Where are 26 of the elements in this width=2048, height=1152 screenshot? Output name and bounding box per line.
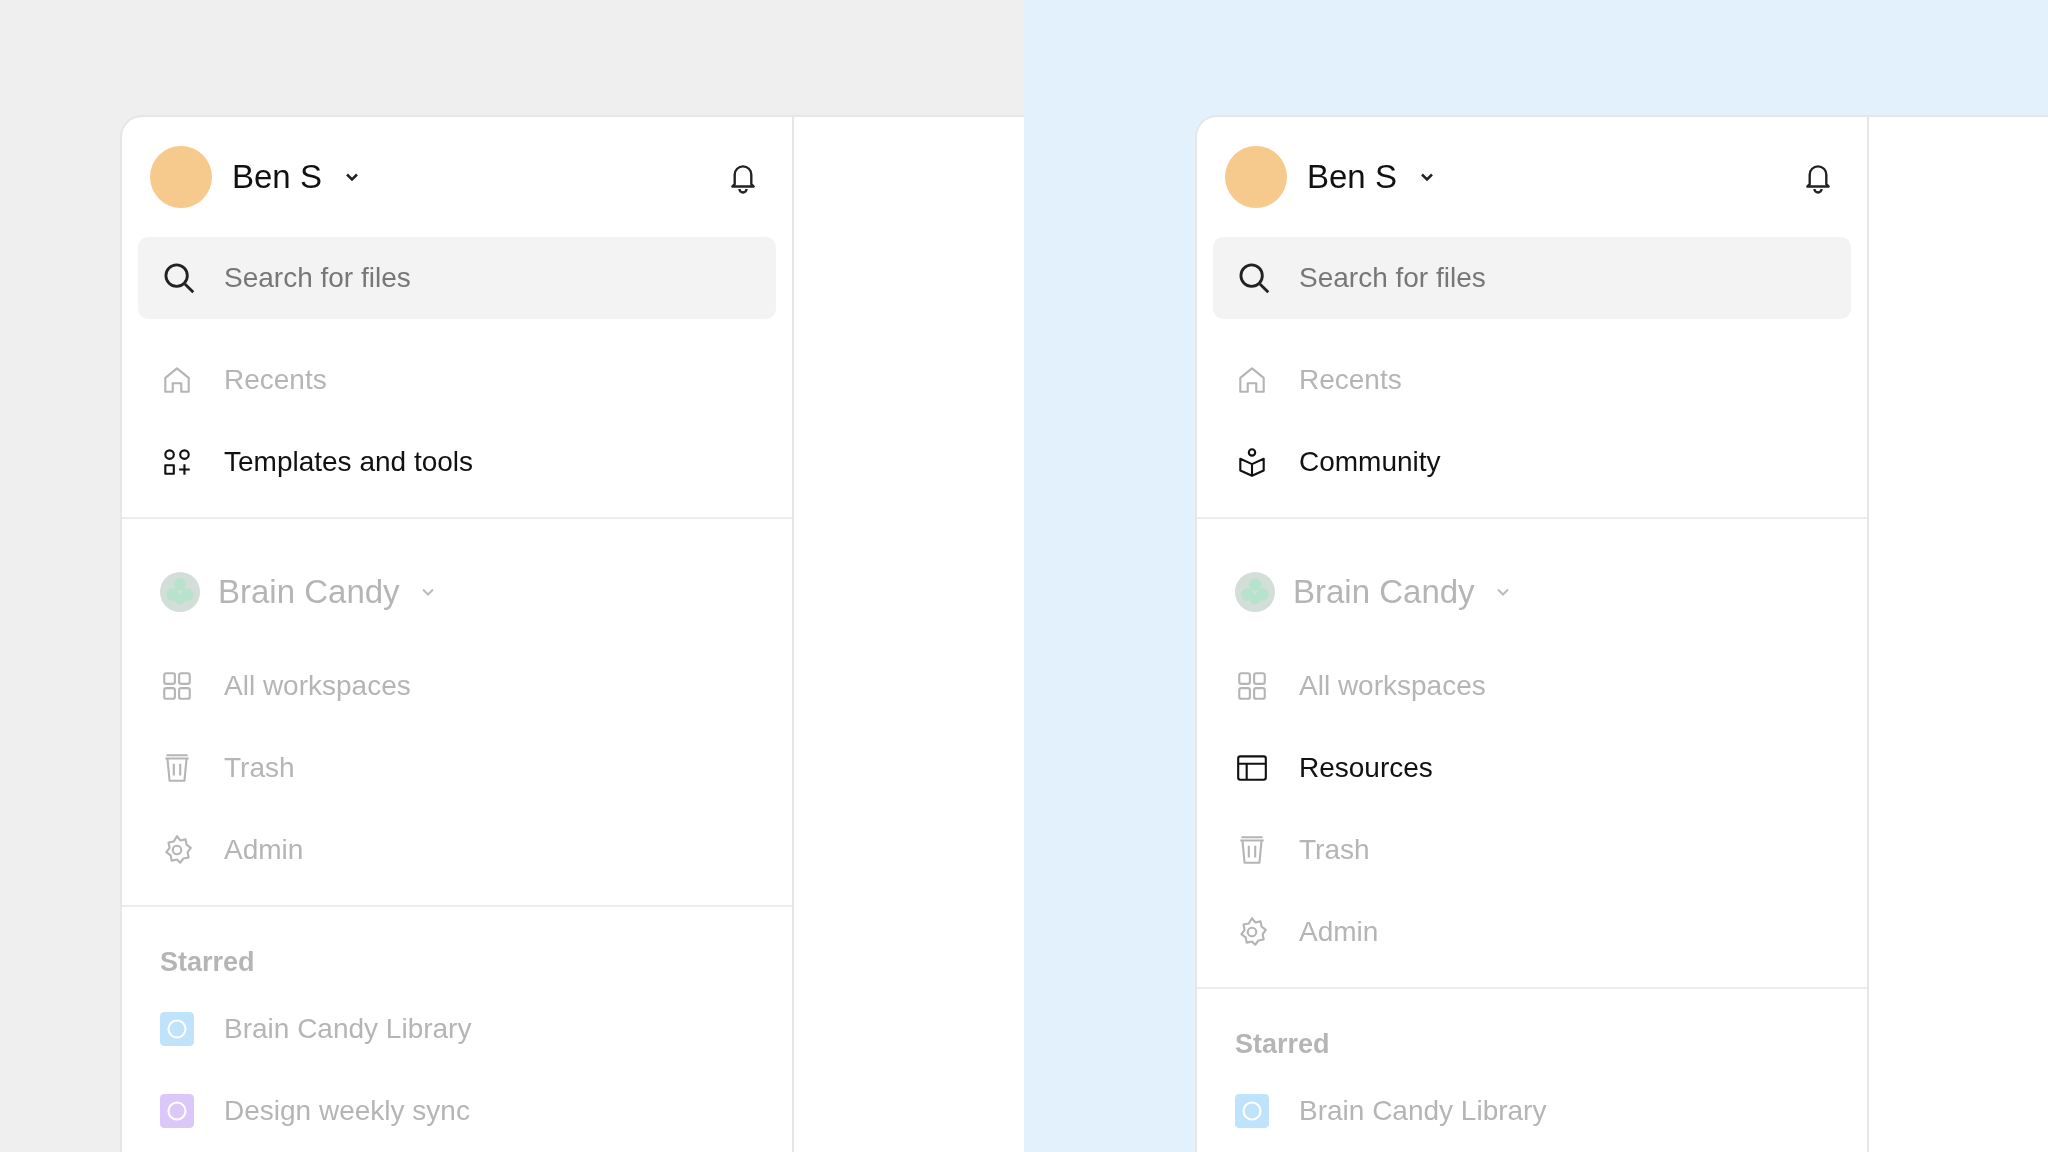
grid-icon — [1235, 669, 1269, 703]
file-item[interactable]: Brain Candy Library — [1197, 1070, 1867, 1152]
user-name[interactable]: Ben S — [232, 158, 322, 196]
nav-item[interactable]: Trash — [1197, 809, 1867, 891]
workspace-name[interactable]: Brain Candy — [218, 573, 400, 611]
flower-logo-icon — [160, 572, 200, 612]
nav-item[interactable]: Resources — [1197, 727, 1867, 809]
user-name[interactable]: Ben S — [1307, 158, 1397, 196]
nav-item[interactable]: All workspaces — [1197, 645, 1867, 727]
section-heading: Starred — [159, 947, 256, 978]
search-field[interactable]: Search for files — [138, 237, 776, 319]
file-item[interactable]: Design weekly sync — [122, 1070, 792, 1152]
nav-item[interactable]: Admin — [122, 809, 792, 891]
nav-item[interactable]: All workspaces — [122, 645, 792, 727]
workspace-name[interactable]: Brain Candy — [1293, 573, 1475, 611]
grid-icon — [160, 669, 194, 703]
file-item[interactable]: Brain Candy Library — [122, 988, 792, 1070]
nav-item[interactable]: Templates and tools — [122, 421, 792, 503]
flower-logo-icon — [1235, 572, 1275, 612]
nav-item[interactable]: Admin — [1197, 891, 1867, 973]
nav-item[interactable]: Community — [1197, 421, 1867, 503]
nav-item[interactable]: Recents — [1197, 339, 1867, 421]
section-heading: Starred — [1234, 1029, 1331, 1060]
search-field[interactable]: Search for files — [1213, 237, 1851, 319]
nav-item[interactable]: Trash — [122, 727, 792, 809]
nav-item[interactable]: Recents — [122, 339, 792, 421]
